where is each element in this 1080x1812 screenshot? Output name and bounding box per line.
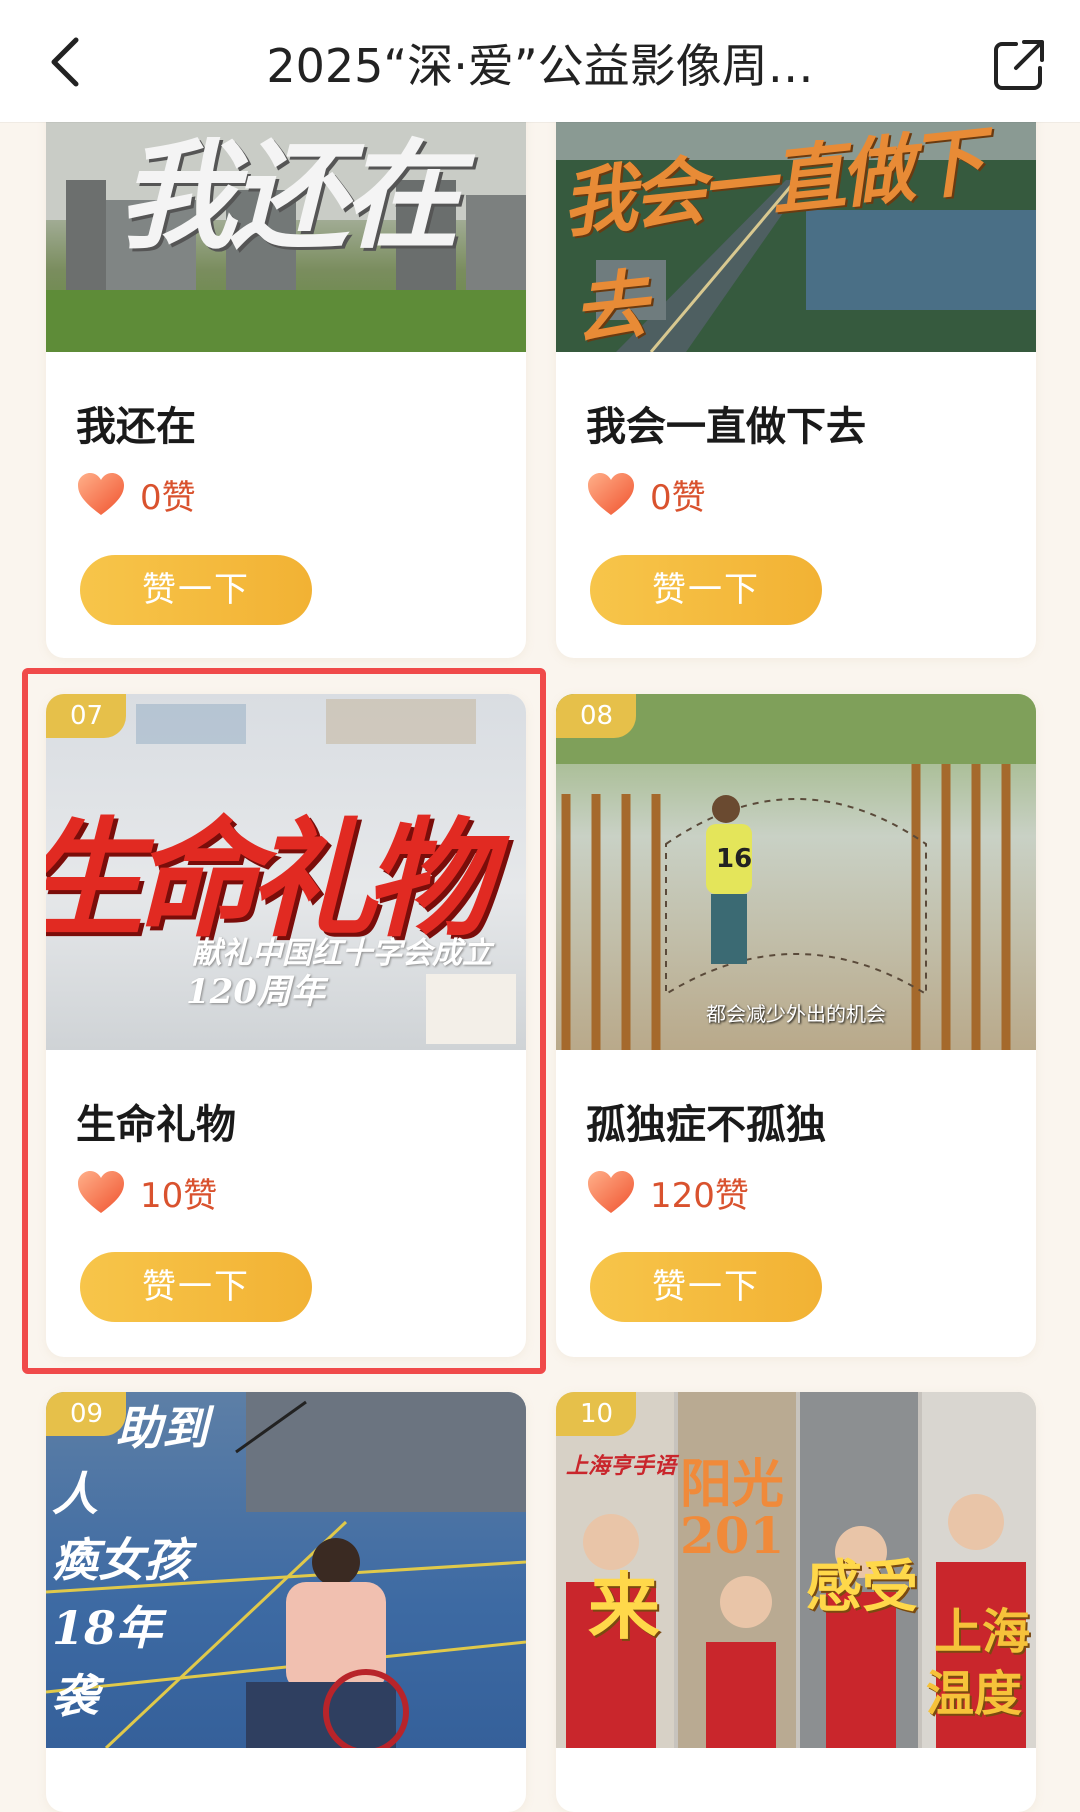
episode-number-badge: 08 — [556, 694, 636, 738]
page-title: 2025“深·爱”公益影像周… — [266, 39, 814, 93]
thumbnail-word: 201 — [680, 1506, 785, 1565]
card-title: 我还在 — [76, 404, 196, 450]
likes-row: 120赞 — [586, 1167, 749, 1217]
video-card[interactable]: 我还在 我还在 0赞 赞一下 — [46, 60, 526, 658]
thumbnail-title-text: 我还在 — [117, 126, 460, 265]
card-title: 我会一直做下去 — [586, 404, 866, 450]
likes-row: 0赞 — [586, 469, 706, 519]
likes-count: 0赞 — [650, 477, 706, 518]
jersey-number: 16 — [716, 844, 753, 874]
like-button[interactable]: 赞一下 — [80, 555, 312, 625]
heart-icon — [588, 1171, 634, 1213]
episode-number-badge: 10 — [556, 1392, 636, 1436]
top-nav-bar: 2025“深·爱”公益影像周… — [0, 0, 1080, 122]
video-caption: 都会减少外出的机会 — [706, 1002, 886, 1026]
video-thumbnail[interactable]: 助到 人 瘓女孩 18年 袭 09 — [46, 1392, 526, 1748]
thumbnail-sign: 上海亨手语 — [566, 1453, 677, 1479]
like-button[interactable]: 赞一下 — [590, 1252, 822, 1322]
likes-row: 0赞 — [76, 469, 196, 519]
heart-icon — [588, 473, 634, 515]
thumbnail-scene — [556, 694, 1036, 1050]
thumbnail-line: 18年 — [52, 1601, 163, 1655]
chevron-left-icon[interactable] — [36, 30, 100, 94]
thumbnail-word: 感受 — [806, 1554, 918, 1620]
video-card[interactable]: 助到 人 瘓女孩 18年 袭 09 — [46, 1392, 526, 1812]
card-title: 孤独症不孤独 — [586, 1102, 826, 1148]
thumbnail-line: 助到 — [116, 1401, 208, 1455]
video-card[interactable]: 我会一直做下去 我会一直做下去 0赞 赞一下 — [556, 60, 1036, 658]
thumbnail-word: 上海 — [934, 1604, 1031, 1660]
thumbnail-line: 人 — [52, 1467, 98, 1521]
thumbnail-word: 来 — [588, 1564, 661, 1649]
episode-number-badge: 09 — [46, 1392, 126, 1436]
thumbnail-line: 瘓女孩 — [52, 1533, 190, 1587]
thumbnail-line: 袭 — [52, 1669, 98, 1723]
video-thumbnail[interactable]: 上海亨手语 来 阳光 201 感受 上海 温度 10 — [556, 1392, 1036, 1748]
video-card[interactable]: 16 都会减少外出的机会 08 孤独症不孤独 120赞 赞一下 — [556, 694, 1036, 1357]
share-external-icon[interactable] — [990, 36, 1048, 94]
video-card[interactable]: 上海亨手语 来 阳光 201 感受 上海 温度 10 — [556, 1392, 1036, 1812]
likes-count: 0赞 — [140, 477, 196, 518]
likes-count: 120赞 — [650, 1175, 749, 1216]
heart-icon — [78, 473, 124, 515]
thumbnail-word: 温度 — [926, 1666, 1023, 1722]
highlight-frame — [22, 668, 546, 1374]
video-thumbnail[interactable]: 16 都会减少外出的机会 08 — [556, 694, 1036, 1050]
like-button[interactable]: 赞一下 — [590, 555, 822, 625]
